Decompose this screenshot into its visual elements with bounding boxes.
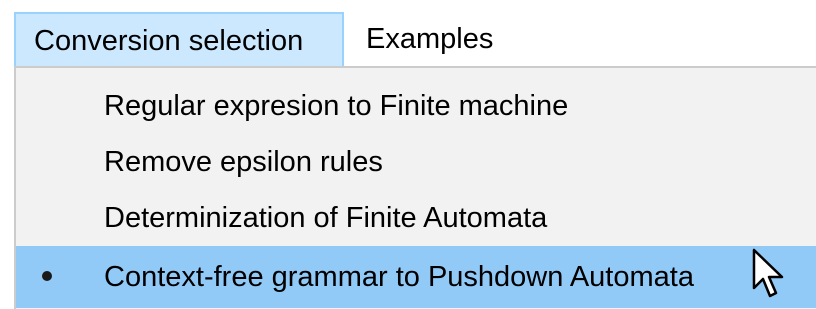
- menu-item-label: Context-free grammar to Pushdown Automat…: [104, 261, 694, 293]
- menu-conversion-selection[interactable]: Conversion selection: [14, 12, 344, 66]
- menu-item-regex-to-finite-machine[interactable]: Regular expresion to Finite machine: [16, 78, 816, 134]
- menu-examples[interactable]: Examples: [344, 12, 504, 66]
- menu-item-label: Regular expresion to Finite machine: [104, 90, 569, 122]
- menu-item-remove-epsilon-rules[interactable]: Remove epsilon rules: [16, 134, 816, 190]
- menu-bar: Conversion selection Examples: [0, 0, 816, 66]
- menu-item-determinization[interactable]: Determinization of Finite Automata: [16, 190, 816, 246]
- mouse-pointer-icon: [752, 248, 784, 298]
- menu-item-cfg-to-pushdown-automata[interactable]: Context-free grammar to Pushdown Automat…: [16, 246, 816, 308]
- app-window: Conversion selection Examples Regular ex…: [0, 0, 816, 309]
- menu-item-label: Remove epsilon rules: [104, 146, 383, 178]
- radio-bullet-icon: [42, 271, 52, 281]
- menu-item-label: Determinization of Finite Automata: [104, 202, 548, 234]
- conversion-selection-dropdown: Regular expresion to Finite machine Remo…: [14, 66, 816, 309]
